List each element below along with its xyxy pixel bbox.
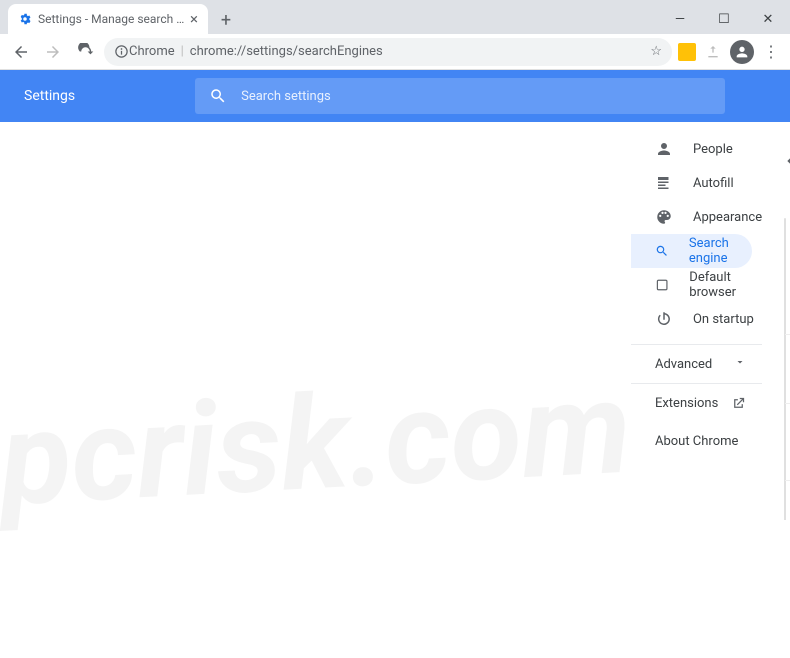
new-tab-button[interactable]: + [212,6,240,34]
maximize-button[interactable]: ☐ [702,4,746,34]
table-row: Googlegoogle.com{google:baseURL}search?q… [785,480,790,520]
sidebar-item-label: Autofill [693,176,734,191]
default-section-label: Default search engines [785,219,790,280]
advanced-label: Advanced [655,357,712,372]
sidebar-item-on-startup[interactable]: On startup [631,302,762,336]
settings-search[interactable] [195,78,725,114]
header-title: Settings [24,88,75,104]
extension-icon[interactable] [678,43,696,61]
sidebar-item-default-browser[interactable]: Default browser [631,268,762,302]
sidebar-advanced[interactable]: Advanced [631,344,762,384]
sidebar-item-label: People [693,142,733,157]
sidebar-item-label: Search engine [689,236,752,266]
search-icon [209,87,227,105]
controlling-extension-bar: Hide My Searches is controlling this set… [785,403,790,480]
person-icon [655,140,673,158]
sidebar-about[interactable]: About Chrome [631,422,762,460]
watermark: pcrisk.com [0,228,641,658]
content-panel: Manage search engines Default search eng… [762,122,790,520]
browser-tab[interactable]: Settings - Manage search engines × [8,4,208,34]
back-arrow-icon[interactable] [784,151,790,175]
window-controls: — ☐ ✕ [658,4,790,34]
app-header: Settings [0,70,790,122]
tab-title: Settings - Manage search engines [38,12,186,26]
sidebar-extensions[interactable]: Extensions [631,384,762,422]
omnibox-separator: | [181,44,184,59]
search-icon [655,242,669,260]
sidebar-item-label: On startup [693,312,754,327]
minimize-button[interactable]: — [658,4,702,34]
chrome-info-icon [114,44,129,59]
extensions-label: Extensions [655,396,718,411]
download-icon[interactable] [702,41,724,63]
sidebar-item-appearance[interactable]: Appearance [631,200,762,234]
address-bar[interactable]: Chrome | chrome://settings/searchEngines… [104,38,672,66]
reload-button[interactable] [72,39,98,65]
sidebar: People Autofill Appearance Search engine… [631,122,762,520]
open-in-new-icon [731,396,746,411]
default-engine-row: Hide My Searches (Default) hm https://ww… [785,334,790,403]
palette-icon [655,208,673,226]
table-header: Search engine Keyword Query URL [785,296,790,324]
default-engines-card: Default search engines Search engine Key… [784,218,786,520]
toolbar: Chrome | chrome://settings/searchEngines… [0,34,790,70]
close-icon[interactable]: × [190,10,198,28]
profile-avatar[interactable] [730,40,754,64]
kebab-menu-icon[interactable]: ⋮ [760,41,782,63]
sidebar-item-autofill[interactable]: Autofill [631,166,762,200]
gear-icon [18,12,32,26]
close-window-button[interactable]: ✕ [746,4,790,34]
chevron-down-icon [734,356,746,372]
sidebar-item-label: Appearance [693,210,762,225]
title-bar: Settings - Manage search engines × + — ☐… [0,0,790,34]
autofill-icon [655,174,673,192]
omnibox-prefix: Chrome [129,44,175,59]
about-label: About Chrome [655,434,738,449]
forward-button[interactable] [40,39,66,65]
square-icon [655,276,669,294]
sidebar-item-people[interactable]: People [631,132,762,166]
omnibox-url: chrome://settings/searchEngines [190,44,383,59]
sidebar-item-label: Default browser [689,270,762,300]
power-icon [655,310,673,328]
settings-search-input[interactable] [241,89,711,104]
bookmark-star-icon[interactable]: ☆ [650,44,662,59]
sidebar-item-search-engine[interactable]: Search engine [631,234,752,268]
back-button[interactable] [8,39,34,65]
